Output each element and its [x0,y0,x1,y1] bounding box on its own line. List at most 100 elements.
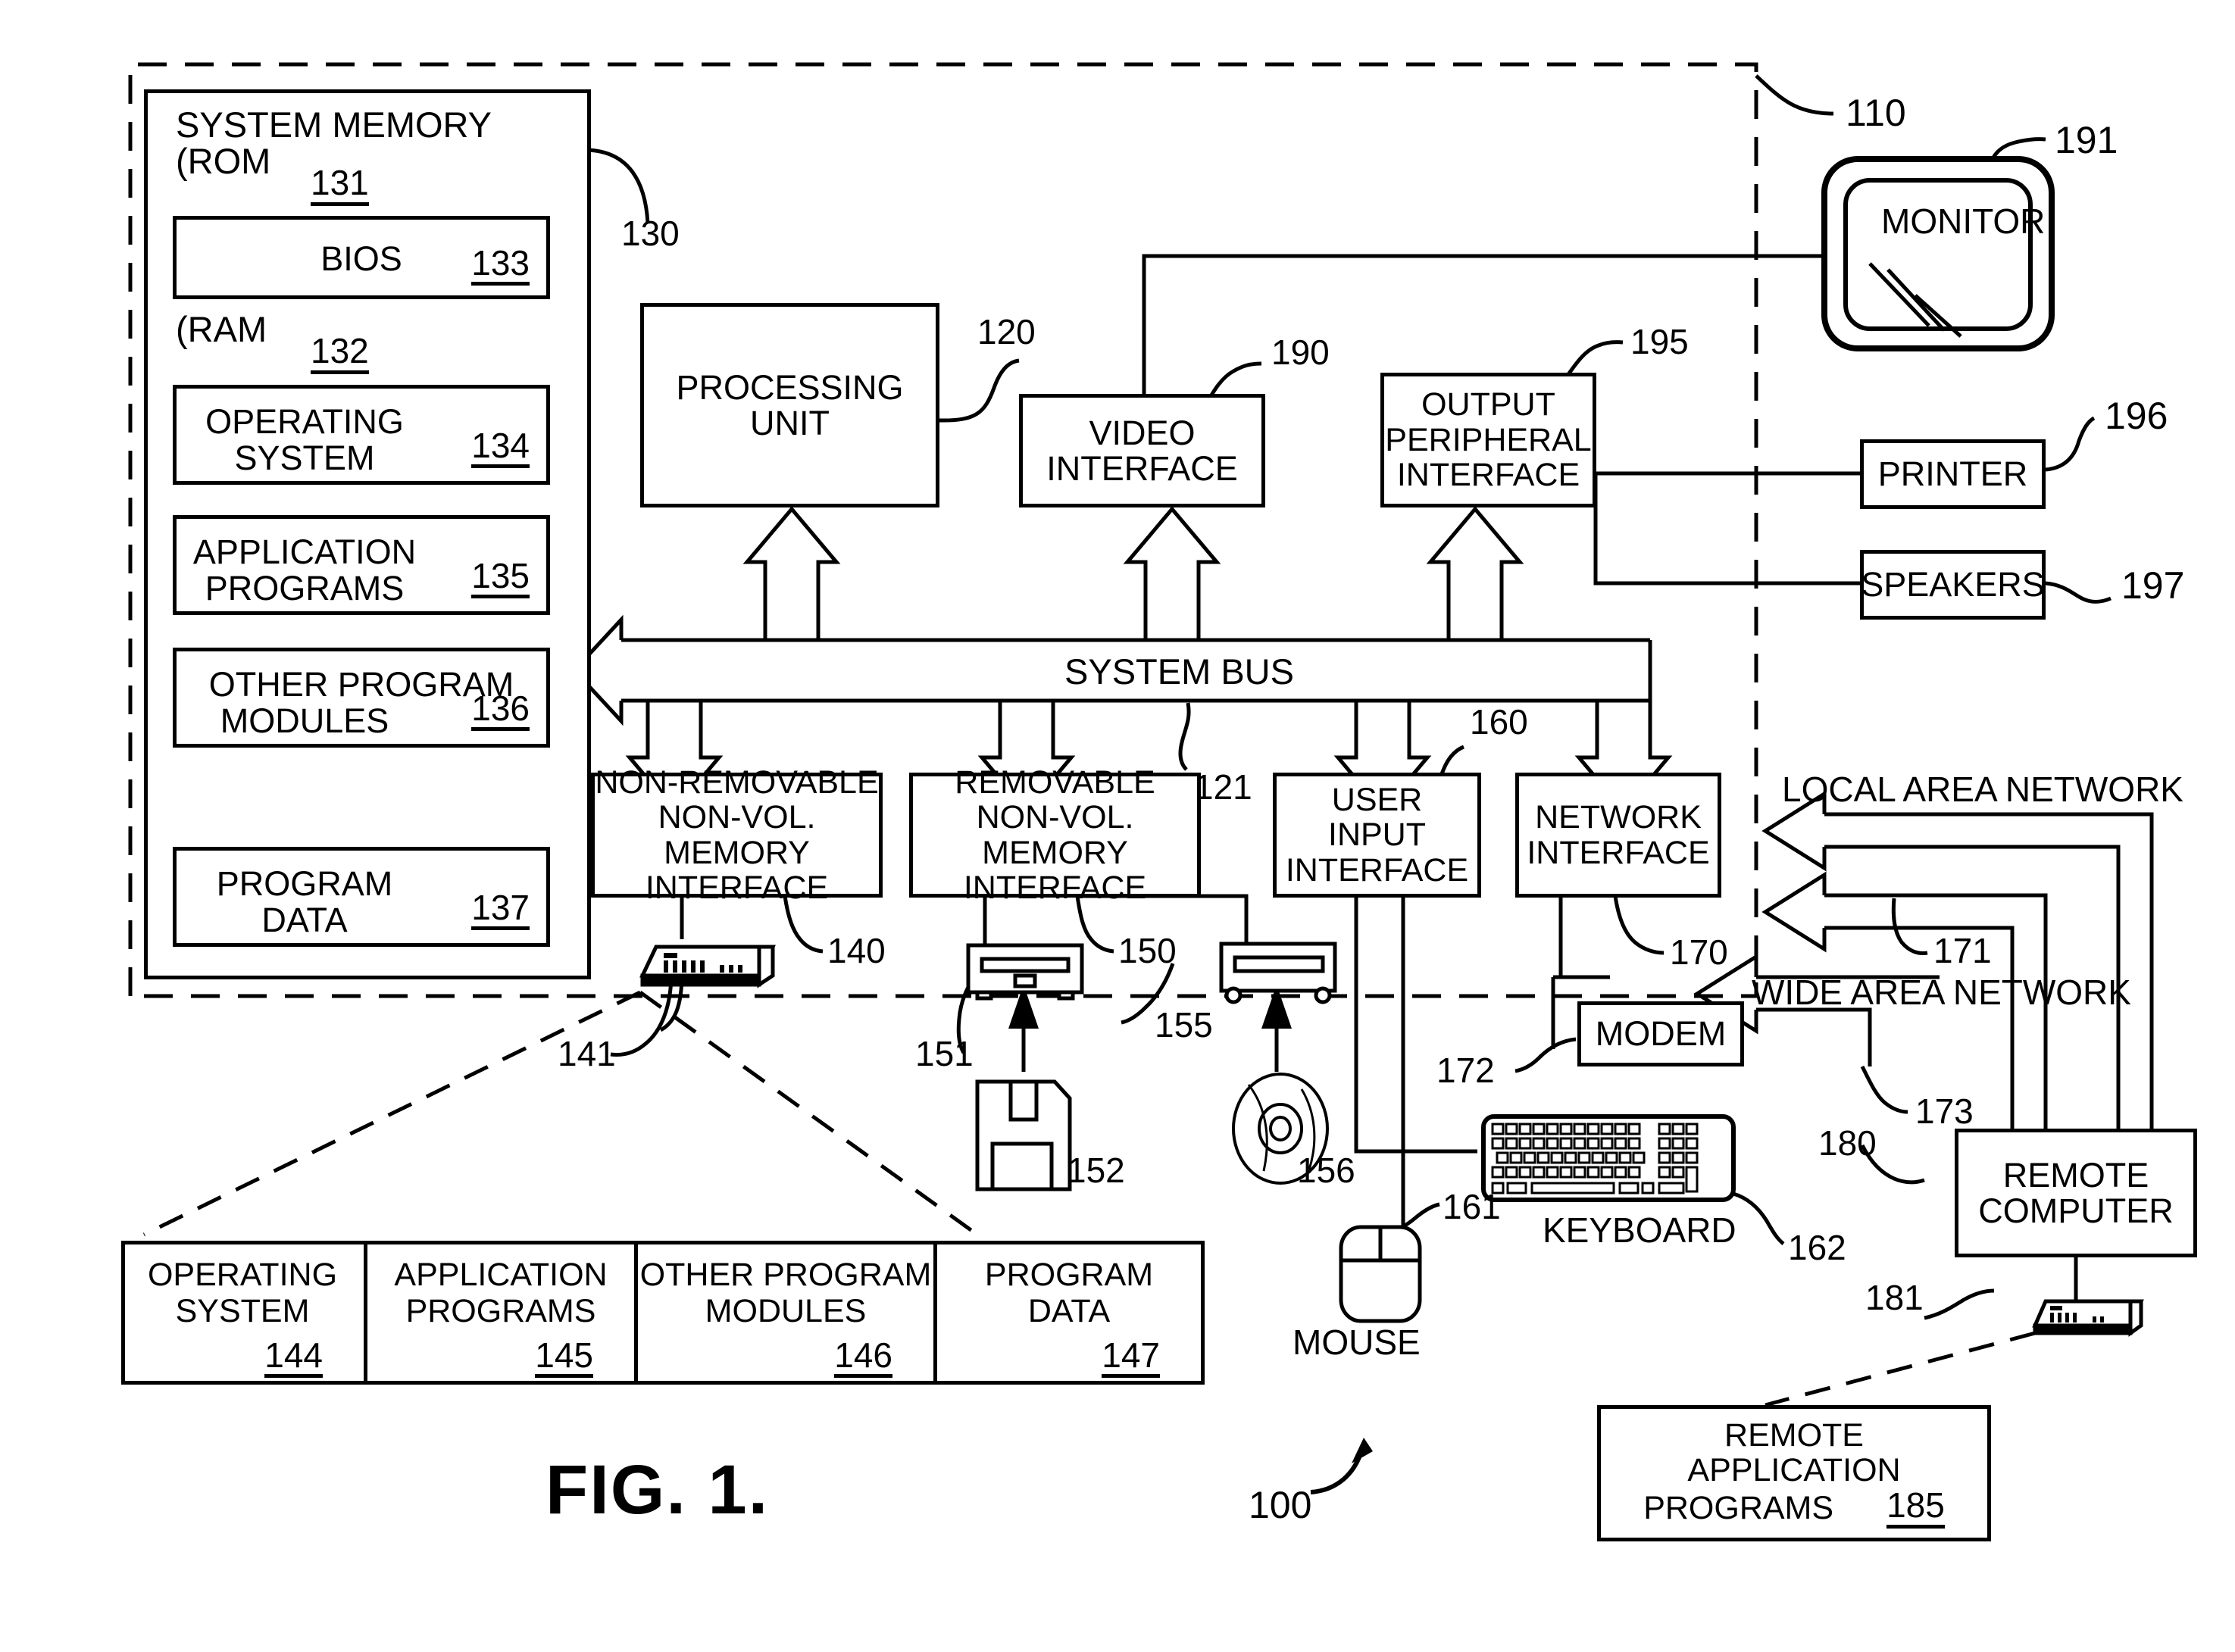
output-peripheral-interface-label-1: OUTPUT [1421,386,1555,423]
remote-computer-label-2: COMPUTER [1978,1191,2174,1230]
modem-ref: 172 [1436,1051,1495,1090]
speakers-label: SPEAKERS [1861,565,2045,604]
ram-label: (RAM [176,309,267,349]
output-peripheral-interface-ref: 195 [1630,322,1689,361]
operating-system-label-2: SYSTEM [234,439,375,477]
table-cell-other-program-modules: OTHER PROGRAM MODULES 146 [638,1241,937,1385]
table-cell-data-line1: PROGRAM [984,1257,1154,1293]
output-peripheral-interface-label-2: PERIPHERAL [1385,421,1592,458]
ram-ref: 132 [311,333,369,374]
bios-box: BIOS 133 [173,216,550,299]
remote-computer-box: REMOTE COMPUTER [1955,1129,2197,1257]
storage-table-cells: OPERATING SYSTEM 144 APPLICATION PROGRAM… [121,1241,1205,1385]
other-program-modules-ref: 136 [471,691,530,731]
removable-interface-label-1: REMOVABLE [955,764,1155,801]
table-cell-application-programs: APPLICATION PROGRAMS 145 [367,1241,638,1385]
optical-disc-ref: 156 [1297,1151,1355,1190]
system-memory-title: SYSTEM MEMORY [176,105,492,145]
mouse-icon [1339,1225,1422,1323]
hard-disk-ref: 141 [558,1034,616,1073]
bios-ref: 133 [471,245,530,286]
removable-interface-label-2: NON-VOL. MEMORY [976,799,1134,871]
lan-ref: 171 [1933,931,1992,970]
non-removable-interface-label-2: NON-VOL. MEMORY [658,799,816,871]
modem-box: MODEM [1577,1001,1744,1066]
video-interface-label-2: INTERFACE [1046,449,1238,488]
printer-label: PRINTER [1877,454,2028,494]
figure-caption: FIG. 1. [545,1451,770,1529]
table-cell-data-ref: 147 [1102,1338,1160,1378]
table-cell-data-line2: DATA [1027,1293,1111,1329]
system-ref-100: 100 [1249,1484,1312,1526]
table-cell-program-data: PROGRAM DATA 147 [937,1241,1201,1385]
keyboard-keys [1491,1123,1699,1194]
hard-disk-icon [639,945,776,988]
table-cell-os-line2: SYSTEM [175,1293,310,1329]
keyboard-label: KEYBOARD [1543,1210,1736,1250]
program-data-box: PROGRAM DATA 137 [173,847,550,947]
remote-app-label-3: PROGRAMS [1643,1490,1834,1527]
application-programs-ref: 135 [471,558,530,598]
video-interface-box: VIDEO INTERFACE [1019,394,1265,507]
user-input-interface-label-1: USER [1331,781,1423,818]
remote-application-programs-box: REMOTE APPLICATION PROGRAMS 185 [1597,1405,1991,1541]
keyboard-ref: 162 [1788,1228,1846,1267]
table-cell-mod-line1: OTHER PROGRAM [639,1257,932,1293]
program-data-label-2: DATA [261,901,348,939]
ref100-arrowhead [1352,1438,1373,1463]
monitor-label: MONITOR [1881,201,2046,241]
network-interface-box: NETWORK INTERFACE [1515,773,1721,898]
patent-figure-1: SYSTEM MEMORY 130 (ROM 131 (RAM 132 BIOS… [0,0,2235,1652]
mouse-ref: 161 [1443,1187,1501,1226]
rom-ref: 131 [311,165,369,206]
floppy-drive-ref: 151 [915,1034,974,1073]
program-data-label-1: PROGRAM [216,864,393,903]
remote-hard-disk-ref: 181 [1865,1278,1924,1317]
output-peripheral-interface-box: OUTPUT PERIPHERAL INTERFACE [1380,373,1596,507]
table-cell-mod-line2: MODULES [705,1293,867,1329]
user-input-interface-label-2: INPUT [1328,817,1426,854]
table-cell-os-ref: 144 [264,1338,323,1378]
processing-unit-ref: 120 [977,312,1036,351]
remote-computer-label-1: REMOTE [2002,1155,2149,1194]
application-programs-label-1: APPLICATION [192,532,417,571]
removable-interface-ref: 150 [1118,931,1177,970]
user-input-interface-label-3: INTERFACE [1285,851,1469,888]
printer-ref: 196 [2105,395,2168,437]
other-program-modules-label-2: MODULES [220,701,389,740]
system-memory-ref: 130 [621,214,680,253]
removable-interface-label-3: INTERFACE [963,869,1147,906]
printer-box: PRINTER [1860,439,2046,509]
speakers-ref: 197 [2121,564,2185,607]
rom-label: (ROM [176,141,271,181]
program-data-ref: 137 [471,890,530,930]
other-program-modules-box: OTHER PROGRAM MODULES 136 [173,648,550,748]
output-peripheral-interface-label-3: INTERFACE [1396,457,1580,494]
lan-label: LOCAL AREA NETWORK [1782,770,2183,809]
operating-system-ref: 134 [471,428,530,468]
remote-computer-ref: 180 [1818,1123,1877,1163]
floppy-drive-icon [966,943,1084,1001]
system-bus-label: SYSTEM BUS [1064,651,1294,692]
table-cell-app-ref: 145 [535,1338,593,1378]
speakers-box: SPEAKERS [1860,550,2046,620]
network-interface-ref: 170 [1670,932,1728,972]
removable-interface-box: REMOVABLE NON-VOL. MEMORY INTERFACE [909,764,1201,905]
table-cell-app-line1: APPLICATION [394,1257,608,1293]
optical-drive-ref: 155 [1155,1005,1213,1045]
user-input-interface-box: USER INPUT INTERFACE [1273,773,1481,898]
monitor-ref: 191 [2055,119,2118,161]
operating-system-box: OPERATING SYSTEM 134 [173,385,550,485]
video-interface-label-1: VIDEO [1089,413,1196,452]
floppy-disk-ref: 152 [1067,1151,1125,1190]
modem-label: MODEM [1595,1014,1727,1054]
wan-label: WIDE AREA NETWORK [1752,973,2131,1012]
remote-app-label-2: APPLICATION [1687,1452,1901,1488]
table-cell-os-line1: OPERATING [147,1257,338,1293]
processing-unit-label-2: UNIT [750,404,830,442]
non-removable-interface-label-1: NON-REMOVABLE [595,764,879,801]
non-removable-interface-box: NON-REMOVABLE NON-VOL. MEMORY INTERFACE [591,764,883,905]
non-removable-interface-ref: 140 [827,931,886,970]
remote-app-ref: 185 [1886,1488,1945,1529]
floppy-disk-icon [975,1079,1072,1191]
